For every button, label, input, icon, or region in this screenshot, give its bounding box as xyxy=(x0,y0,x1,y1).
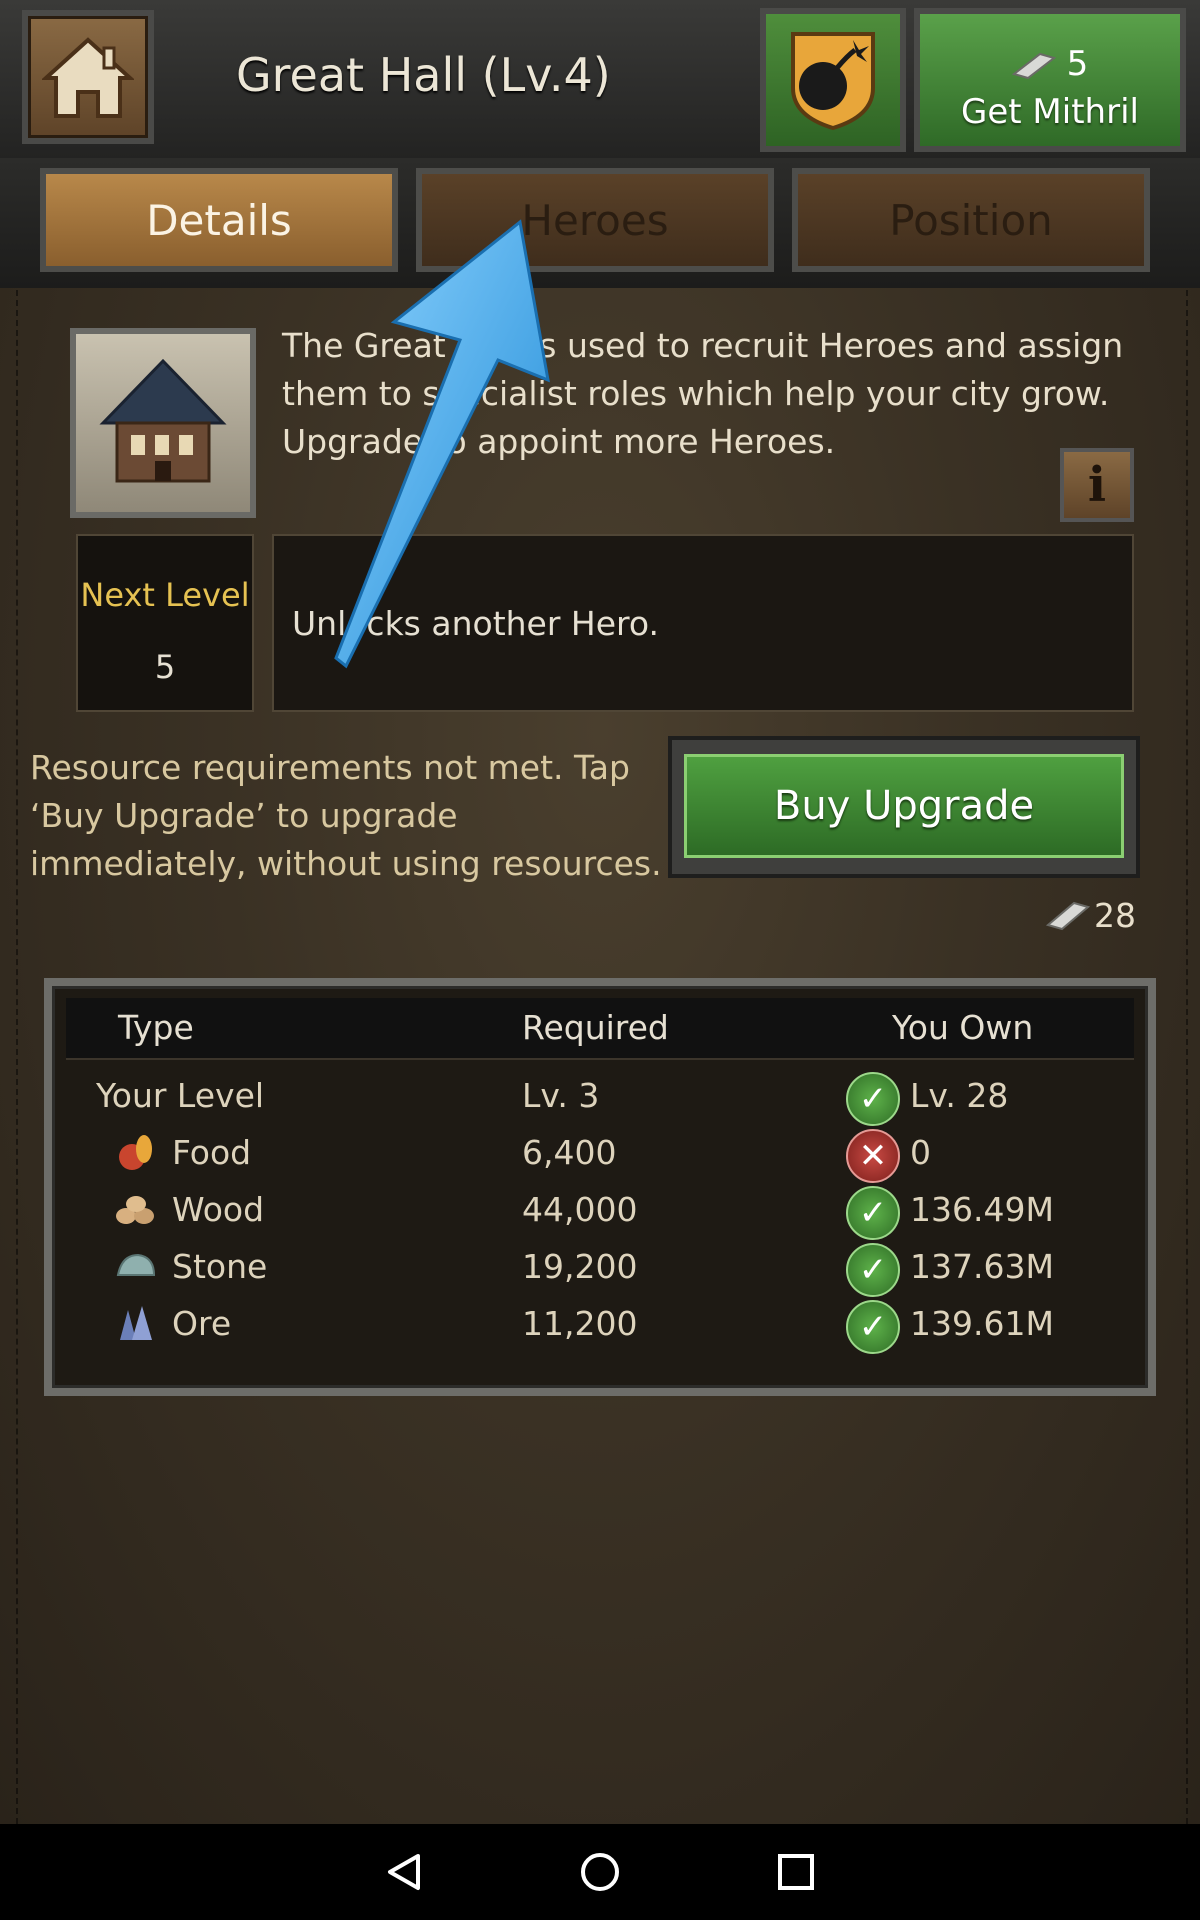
tutorial-arrow-icon xyxy=(334,219,550,669)
tab-position[interactable]: Position xyxy=(792,168,1150,272)
next-level-box: Next Level 5 xyxy=(76,534,254,712)
wood-icon xyxy=(116,1196,154,1224)
next-level-value: 5 xyxy=(154,648,176,686)
table-row: Ore 11,200 ✓ 139.61M xyxy=(66,1296,1134,1354)
header-type: Type xyxy=(118,1008,194,1047)
recents-icon[interactable] xyxy=(772,1848,820,1896)
get-mithril-button[interactable]: 5 Get Mithril xyxy=(914,8,1186,152)
header-bar: Great Hall (Lv.4) 5 Get Mithril xyxy=(0,0,1200,162)
table-row: Stone 19,200 ✓ 137.63M xyxy=(66,1239,1134,1297)
table-row: Wood 44,000 ✓ 136.49M xyxy=(66,1182,1134,1240)
mithril-bar-icon xyxy=(1011,52,1056,79)
requirements-table: Type Required You Own Your Level Lv. 3 ✓… xyxy=(44,978,1156,1396)
check-icon: ✓ xyxy=(846,1072,900,1126)
great-hall-icon xyxy=(99,358,227,483)
row-type: Stone xyxy=(172,1247,268,1286)
building-image xyxy=(70,328,256,518)
page-title: Great Hall (Lv.4) xyxy=(236,48,611,102)
row-required: Lv. 3 xyxy=(522,1076,600,1115)
back-icon[interactable] xyxy=(380,1848,428,1896)
buy-upgrade-label: Buy Upgrade xyxy=(684,754,1124,858)
bomb-report-icon xyxy=(791,32,875,131)
home-nav-icon[interactable] xyxy=(576,1848,624,1896)
home-button[interactable] xyxy=(22,10,154,144)
row-required: 6,400 xyxy=(522,1133,617,1172)
info-icon: i xyxy=(1087,457,1107,513)
row-own: 137.63M xyxy=(910,1247,1054,1286)
food-icon xyxy=(119,1135,152,1170)
row-own: Lv. 28 xyxy=(910,1076,1009,1115)
mithril-count: 5 xyxy=(1066,44,1089,84)
row-own: 139.61M xyxy=(910,1304,1054,1343)
row-own: 0 xyxy=(910,1133,931,1172)
buy-upgrade-button[interactable]: Buy Upgrade xyxy=(668,736,1140,878)
stone-icon xyxy=(116,1253,156,1276)
check-icon: ✓ xyxy=(846,1186,900,1240)
mithril-bar-icon xyxy=(1046,901,1090,930)
upgrade-cost-value: 28 xyxy=(1094,896,1136,935)
row-type: Your Level xyxy=(96,1076,265,1115)
table-row: Food 6,400 ✕ 0 xyxy=(66,1125,1134,1183)
next-level-label: Next Level xyxy=(80,576,250,614)
mithril-balance: 5 xyxy=(920,44,1180,84)
tab-bar: Details Heroes Position xyxy=(0,158,1200,288)
system-navigation-bar xyxy=(0,1824,1200,1920)
info-button[interactable]: i xyxy=(1060,448,1134,522)
check-icon: ✓ xyxy=(846,1300,900,1354)
game-screen: Great Hall (Lv.4) 5 Get Mithril Details … xyxy=(0,0,1200,1824)
row-required: 19,200 xyxy=(522,1247,638,1286)
report-button[interactable] xyxy=(760,8,906,152)
table-row: Your Level Lv. 3 ✓ Lv. 28 xyxy=(66,1068,1134,1126)
home-icon xyxy=(42,37,134,118)
ore-icon xyxy=(120,1306,152,1340)
header-required: Required xyxy=(522,1008,669,1047)
row-own: 136.49M xyxy=(910,1190,1054,1229)
check-icon: ✓ xyxy=(846,1243,900,1297)
row-type: Food xyxy=(172,1133,252,1172)
table-header: Type Required You Own xyxy=(66,998,1134,1060)
row-required: 11,200 xyxy=(522,1304,638,1343)
row-type: Ore xyxy=(172,1304,232,1343)
upgrade-cost: 28 xyxy=(1046,896,1136,935)
header-you-own: You Own xyxy=(892,1008,1034,1047)
requirement-note: Resource requirements not met. Tap ‘Buy … xyxy=(30,748,662,883)
row-type: Wood xyxy=(172,1190,265,1229)
row-required: 44,000 xyxy=(522,1190,638,1229)
cross-icon: ✕ xyxy=(846,1129,900,1183)
get-mithril-label: Get Mithril xyxy=(961,92,1139,132)
